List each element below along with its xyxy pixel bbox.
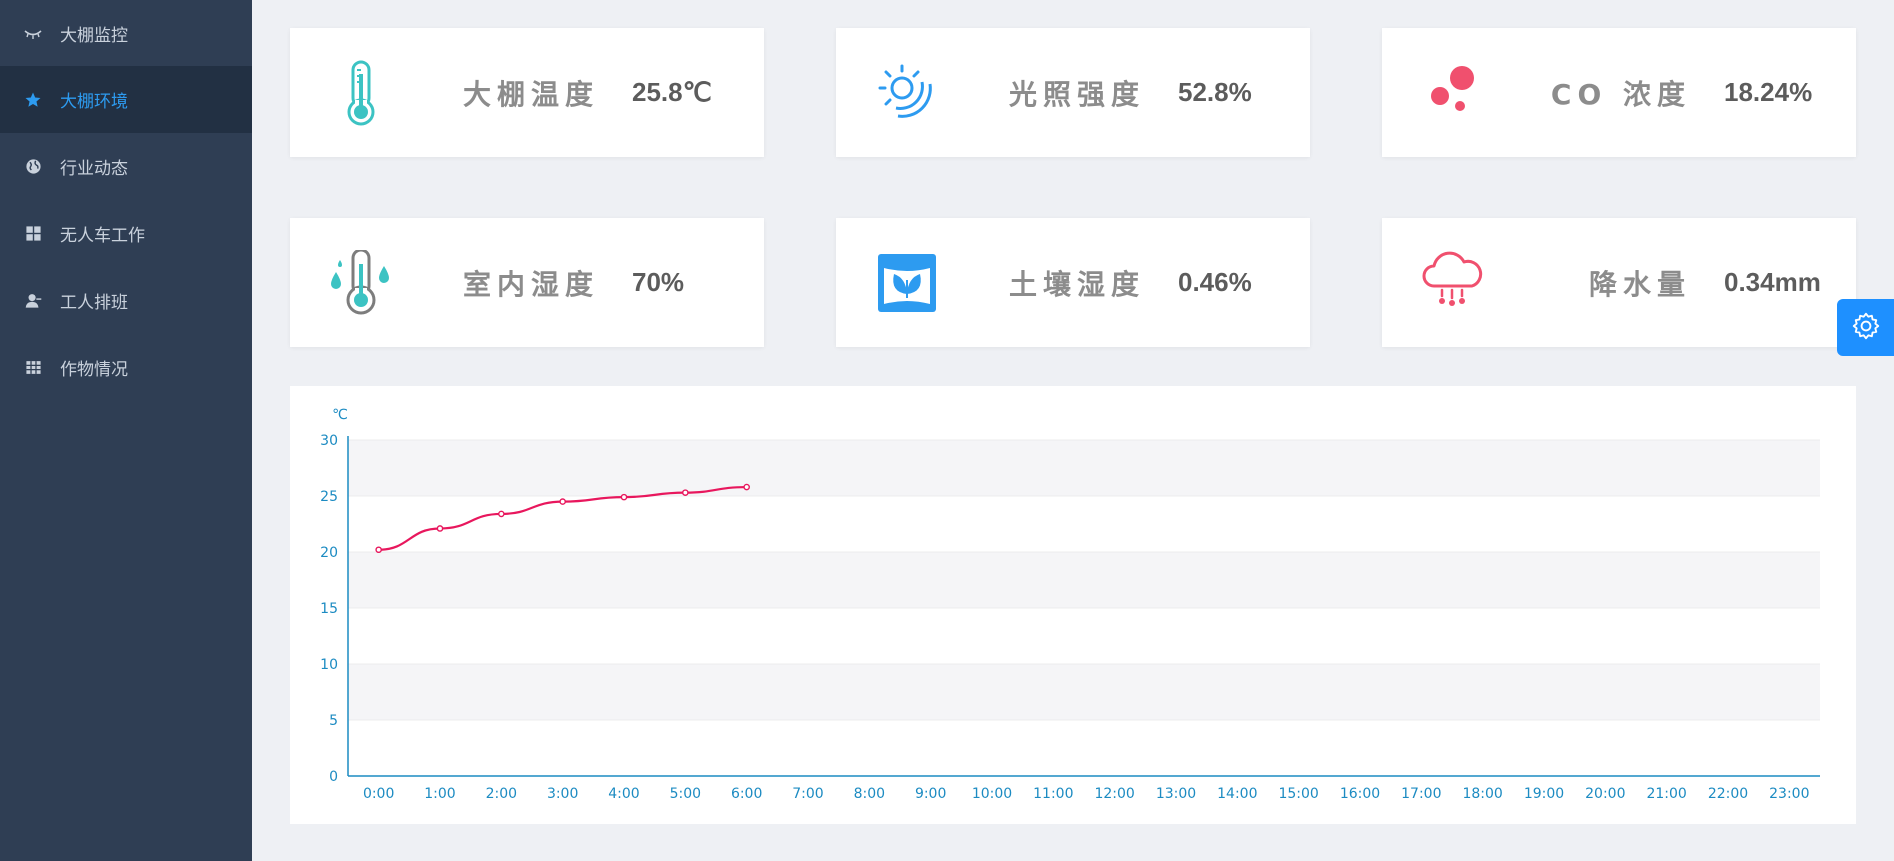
card-value: 18.24% [1724, 77, 1813, 107]
sidebar-item-greenhouse-monitor[interactable]: 大棚监控 [0, 0, 252, 67]
sidebar-item-label: 大棚监控 [60, 26, 128, 46]
x-tick-label: 1:00 [424, 786, 455, 802]
x-tick-label: 18:00 [1462, 786, 1502, 802]
gear-icon [1852, 312, 1880, 344]
data-point [682, 489, 689, 496]
y-tick-label: 5 [329, 713, 338, 729]
data-point [498, 510, 505, 518]
sun-icon [874, 60, 940, 126]
sidebar-item-label: 大棚环境 [60, 92, 128, 112]
settings-button[interactable] [1837, 299, 1894, 356]
sidebar-item-greenhouse-environment[interactable]: 大棚环境 [0, 66, 252, 133]
temperature-chart-panel: 0 5 10 15 20 25 30 ℃ 0:00 1:00 2:00 3:00 4:00 5:00 6:0… [290, 386, 1856, 824]
y-tick-label: 30 [320, 433, 338, 449]
x-tick-label: 13:00 [1156, 786, 1196, 802]
x-tick-label: 4:00 [608, 786, 639, 802]
y-tick-label: 25 [320, 489, 338, 505]
card-value: 0.34mm [1724, 267, 1821, 297]
x-tick-label: 3:00 [547, 786, 578, 802]
indoor-humidity-card: 室内湿度 70% [290, 218, 764, 347]
sidebar: 大棚监控 大棚环境 行业动态 无人车工作 工人排班 作物情况 [0, 0, 252, 861]
card-label: 大棚温度 [462, 77, 599, 111]
x-tick-label: 8:00 [854, 786, 885, 802]
x-tick-label: 11:00 [1033, 786, 1073, 802]
x-tick-label: 19:00 [1524, 786, 1564, 802]
grid-band [348, 552, 1820, 608]
soil-leaf-icon [874, 250, 940, 316]
x-tick-label: 15:00 [1278, 786, 1318, 802]
x-tick-label: 14:00 [1217, 786, 1257, 802]
y-tick-label: 10 [320, 657, 338, 673]
card-label: 降水量 [1588, 267, 1691, 301]
sidebar-item-worker-schedule[interactable]: 工人排班 [0, 267, 252, 334]
grid-icon [24, 225, 42, 243]
x-tick-label: 17:00 [1401, 786, 1441, 802]
x-tick-label: 5:00 [670, 786, 701, 802]
grid-band [348, 440, 1820, 496]
soil-humidity-card: 土壤湿度 0.46% [836, 218, 1310, 347]
light-intensity-card: 光照强度 52.8% [836, 28, 1310, 157]
card-label: CO 浓度 [1550, 77, 1691, 111]
x-tick-label: 22:00 [1708, 786, 1748, 802]
card-label: 室内湿度 [462, 267, 599, 301]
x-tick-label: 9:00 [915, 786, 946, 802]
table-icon [24, 359, 42, 377]
sidebar-item-label: 工人排班 [60, 293, 128, 313]
card-value: 70% [632, 267, 685, 297]
user-icon [24, 292, 42, 310]
greenhouse-temperature-card: 大棚温度 25.8℃ [290, 28, 764, 157]
thermometer-icon [328, 60, 394, 126]
x-tick-label: 0:00 [363, 786, 394, 802]
x-tick-label: 20:00 [1585, 786, 1625, 802]
data-point [559, 498, 566, 505]
x-tick-label: 6:00 [731, 786, 762, 802]
sidebar-item-label: 无人车工作 [60, 226, 145, 246]
card-label: 光照强度 [1008, 77, 1145, 111]
sidebar-item-label: 作物情况 [60, 360, 128, 380]
grid-band [348, 664, 1820, 720]
card-value: 52.8% [1178, 77, 1252, 107]
x-tick-label: 23:00 [1769, 786, 1809, 802]
temperature-line-chart: 0 5 10 15 20 25 30 ℃ 0:00 1:00 2:00 3:00 4:00 5:00 6:0… [320, 407, 1820, 802]
x-tick-label: 10:00 [972, 786, 1012, 802]
humidity-thermometer-icon [328, 248, 394, 316]
x-tick-label: 16:00 [1340, 786, 1380, 802]
data-point [436, 525, 444, 532]
co-concentration-card: CO 浓度 18.24% [1382, 28, 1856, 157]
y-tick-label: 20 [320, 545, 338, 561]
x-tick-label: 12:00 [1094, 786, 1134, 802]
y-tick-label: 0 [329, 769, 338, 785]
y-axis-label: ℃ [332, 407, 348, 423]
dots-icon [1420, 60, 1486, 126]
rain-cloud-icon [1420, 250, 1486, 316]
eye-closed-icon [24, 25, 42, 43]
x-tick-label: 7:00 [792, 786, 823, 802]
x-tick-label: 2:00 [486, 786, 517, 802]
data-point [375, 546, 382, 554]
card-value: 0.46% [1178, 267, 1252, 297]
x-tick-label: 21:00 [1646, 786, 1686, 802]
card-value: 25.8℃ [632, 77, 712, 107]
sidebar-item-label: 行业动态 [60, 159, 128, 179]
y-tick-label: 15 [320, 601, 338, 617]
card-label: 土壤湿度 [1008, 267, 1145, 301]
globe-icon [24, 158, 42, 176]
star-icon [24, 91, 42, 109]
data-point [620, 493, 628, 501]
precipitation-card: 降水量 0.34mm [1382, 218, 1856, 347]
sidebar-item-crop-status[interactable]: 作物情况 [0, 334, 252, 401]
sidebar-item-unmanned-vehicle[interactable]: 无人车工作 [0, 200, 252, 267]
sidebar-item-industry-news[interactable]: 行业动态 [0, 133, 252, 200]
data-point [743, 483, 750, 491]
